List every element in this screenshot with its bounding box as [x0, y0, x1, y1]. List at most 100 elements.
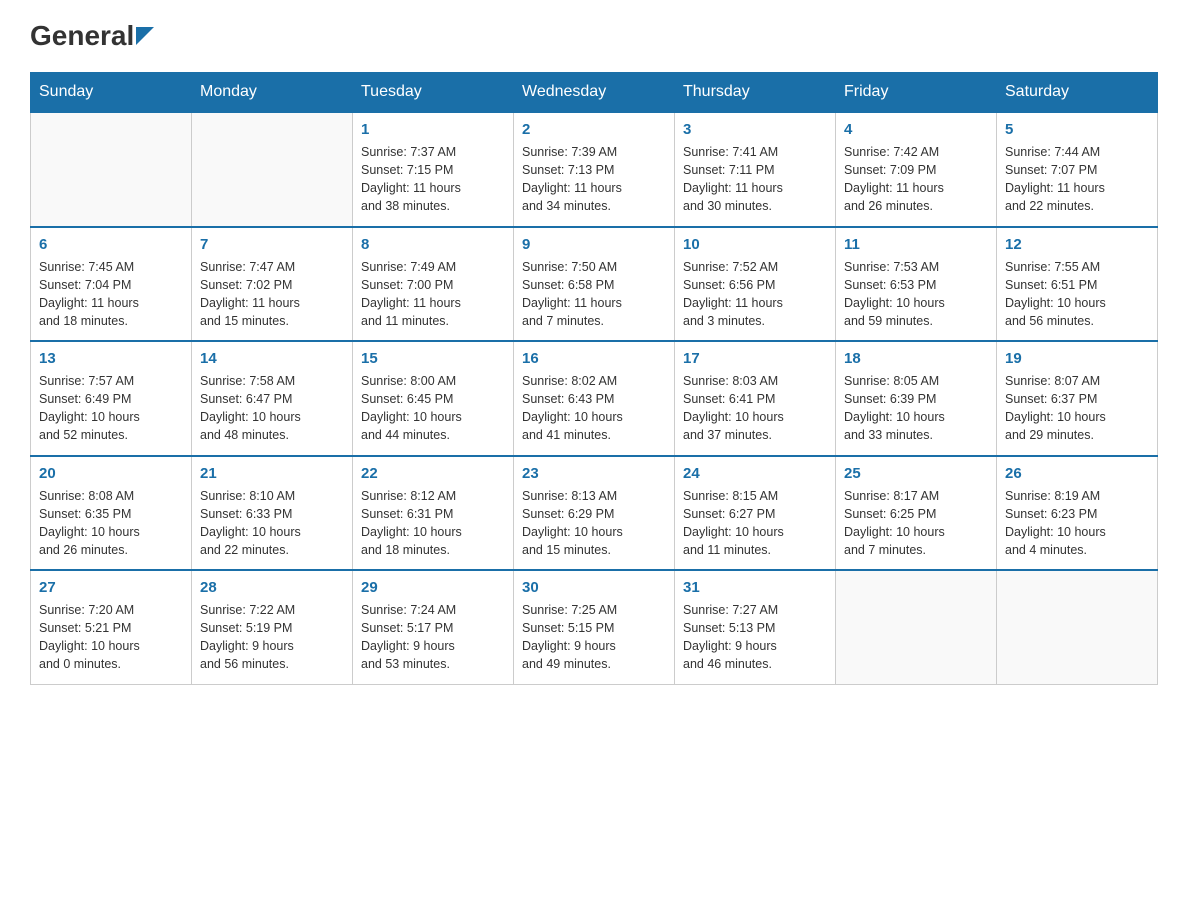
day-number: 25 — [844, 463, 988, 484]
day-number: 17 — [683, 348, 827, 369]
day-number: 3 — [683, 119, 827, 140]
calendar-cell: 11 Sunrise: 7:53 AMSunset: 6:53 PMDayligh… — [836, 227, 997, 342]
calendar-week-row: 1 Sunrise: 7:37 AMSunset: 7:15 PMDaylight… — [31, 112, 1158, 227]
calendar-cell: 9 Sunrise: 7:50 AMSunset: 6:58 PMDaylight… — [514, 227, 675, 342]
calendar-cell: 15 Sunrise: 8:00 AMSunset: 6:45 PMDayligh… — [353, 341, 514, 456]
day-number: 24 — [683, 463, 827, 484]
day-info: Sunrise: 7:44 AMSunset: 7:07 PMDaylight:… — [1005, 143, 1149, 216]
calendar-cell — [31, 112, 192, 227]
col-header-monday: Monday — [192, 73, 353, 113]
day-number: 1 — [361, 119, 505, 140]
calendar-cell: 18 Sunrise: 8:05 AMSunset: 6:39 PMDayligh… — [836, 341, 997, 456]
calendar-cell: 28 Sunrise: 7:22 AMSunset: 5:19 PMDayligh… — [192, 570, 353, 684]
day-number: 11 — [844, 234, 988, 255]
calendar-cell: 24 Sunrise: 8:15 AMSunset: 6:27 PMDayligh… — [675, 456, 836, 571]
col-header-friday: Friday — [836, 73, 997, 113]
day-number: 28 — [200, 577, 344, 598]
day-number: 6 — [39, 234, 183, 255]
day-number: 15 — [361, 348, 505, 369]
day-number: 20 — [39, 463, 183, 484]
calendar-cell: 5 Sunrise: 7:44 AMSunset: 7:07 PMDaylight… — [997, 112, 1158, 227]
col-header-wednesday: Wednesday — [514, 73, 675, 113]
day-info: Sunrise: 7:55 AMSunset: 6:51 PMDaylight:… — [1005, 258, 1149, 331]
calendar-week-row: 6Sunrise: 7:45 AMSunset: 7:04 PMDaylight… — [31, 227, 1158, 342]
calendar-cell: 27 Sunrise: 7:20 AMSunset: 5:21 PMDayligh… — [31, 570, 192, 684]
day-number: 12 — [1005, 234, 1149, 255]
day-number: 23 — [522, 463, 666, 484]
day-info: Sunrise: 7:50 AMSunset: 6:58 PMDaylight:… — [522, 258, 666, 331]
day-number: 16 — [522, 348, 666, 369]
calendar-cell: 12 Sunrise: 7:55 AMSunset: 6:51 PMDayligh… — [997, 227, 1158, 342]
calendar-cell: 4Sunrise: 7:42 AMSunset: 7:09 PMDaylight… — [836, 112, 997, 227]
day-info: Sunrise: 8:00 AMSunset: 6:45 PMDaylight:… — [361, 372, 505, 445]
day-number: 9 — [522, 234, 666, 255]
calendar-cell: 17 Sunrise: 8:03 AMSunset: 6:41 PMDayligh… — [675, 341, 836, 456]
day-number: 2 — [522, 119, 666, 140]
col-header-thursday: Thursday — [675, 73, 836, 113]
day-info: Sunrise: 7:41 AMSunset: 7:11 PMDaylight:… — [683, 143, 827, 216]
calendar-week-row: 20 Sunrise: 8:08 AMSunset: 6:35 PMDayligh… — [31, 456, 1158, 571]
day-info: Sunrise: 7:20 AMSunset: 5:21 PMDaylight:… — [39, 601, 183, 674]
day-info: Sunrise: 7:25 AMSunset: 5:15 PMDaylight:… — [522, 601, 666, 674]
day-info: Sunrise: 7:49 AMSunset: 7:00 PMDaylight:… — [361, 258, 505, 331]
calendar-cell: 29Sunrise: 7:24 AMSunset: 5:17 PMDayligh… — [353, 570, 514, 684]
calendar-cell: 6Sunrise: 7:45 AMSunset: 7:04 PMDaylight… — [31, 227, 192, 342]
calendar-cell: 8 Sunrise: 7:49 AMSunset: 7:00 PMDaylight… — [353, 227, 514, 342]
calendar-header-row: SundayMondayTuesdayWednesdayThursdayFrid… — [31, 73, 1158, 113]
day-number: 10 — [683, 234, 827, 255]
calendar-cell: 30 Sunrise: 7:25 AMSunset: 5:15 PMDayligh… — [514, 570, 675, 684]
calendar-cell: 14 Sunrise: 7:58 AMSunset: 6:47 PMDayligh… — [192, 341, 353, 456]
day-number: 4 — [844, 119, 988, 140]
day-number: 18 — [844, 348, 988, 369]
col-header-saturday: Saturday — [997, 73, 1158, 113]
calendar-cell: 25Sunrise: 8:17 AMSunset: 6:25 PMDayligh… — [836, 456, 997, 571]
day-info: Sunrise: 8:15 AMSunset: 6:27 PMDaylight:… — [683, 487, 827, 560]
day-number: 22 — [361, 463, 505, 484]
day-info: Sunrise: 7:39 AMSunset: 7:13 PMDaylight:… — [522, 143, 666, 216]
calendar-cell: 20 Sunrise: 8:08 AMSunset: 6:35 PMDayligh… — [31, 456, 192, 571]
day-info: Sunrise: 7:37 AMSunset: 7:15 PMDaylight:… — [361, 143, 505, 216]
calendar-cell: 7Sunrise: 7:47 AMSunset: 7:02 PMDaylight… — [192, 227, 353, 342]
calendar-week-row: 13 Sunrise: 7:57 AMSunset: 6:49 PMDayligh… — [31, 341, 1158, 456]
day-info: Sunrise: 7:52 AMSunset: 6:56 PMDaylight:… — [683, 258, 827, 331]
day-info: Sunrise: 7:27 AMSunset: 5:13 PMDaylight:… — [683, 601, 827, 674]
day-number: 31 — [683, 577, 827, 598]
day-number: 5 — [1005, 119, 1149, 140]
calendar-cell — [997, 570, 1158, 684]
day-info: Sunrise: 8:10 AMSunset: 6:33 PMDaylight:… — [200, 487, 344, 560]
day-number: 13 — [39, 348, 183, 369]
day-number: 27 — [39, 577, 183, 598]
calendar-cell: 13 Sunrise: 7:57 AMSunset: 6:49 PMDayligh… — [31, 341, 192, 456]
calendar-cell — [192, 112, 353, 227]
calendar-cell — [836, 570, 997, 684]
day-info: Sunrise: 7:58 AMSunset: 6:47 PMDaylight:… — [200, 372, 344, 445]
day-info: Sunrise: 7:24 AMSunset: 5:17 PMDaylight:… — [361, 601, 505, 674]
day-info: Sunrise: 7:57 AMSunset: 6:49 PMDaylight:… — [39, 372, 183, 445]
page-header: General — [30, 20, 1158, 52]
calendar-cell: 26Sunrise: 8:19 AMSunset: 6:23 PMDayligh… — [997, 456, 1158, 571]
calendar-week-row: 27 Sunrise: 7:20 AMSunset: 5:21 PMDayligh… — [31, 570, 1158, 684]
logo-arrow-icon — [136, 27, 154, 50]
calendar-cell: 3 Sunrise: 7:41 AMSunset: 7:11 PMDaylight… — [675, 112, 836, 227]
day-info: Sunrise: 8:08 AMSunset: 6:35 PMDaylight:… — [39, 487, 183, 560]
calendar-cell: 19Sunrise: 8:07 AMSunset: 6:37 PMDayligh… — [997, 341, 1158, 456]
day-info: Sunrise: 7:53 AMSunset: 6:53 PMDaylight:… — [844, 258, 988, 331]
day-number: 19 — [1005, 348, 1149, 369]
day-info: Sunrise: 8:02 AMSunset: 6:43 PMDaylight:… — [522, 372, 666, 445]
day-info: Sunrise: 8:12 AMSunset: 6:31 PMDaylight:… — [361, 487, 505, 560]
col-header-tuesday: Tuesday — [353, 73, 514, 113]
day-number: 30 — [522, 577, 666, 598]
calendar-cell: 31 Sunrise: 7:27 AMSunset: 5:13 PMDayligh… — [675, 570, 836, 684]
day-number: 14 — [200, 348, 344, 369]
col-header-sunday: Sunday — [31, 73, 192, 113]
day-info: Sunrise: 8:05 AMSunset: 6:39 PMDaylight:… — [844, 372, 988, 445]
day-info: Sunrise: 8:19 AMSunset: 6:23 PMDaylight:… — [1005, 487, 1149, 560]
calendar-cell: 1 Sunrise: 7:37 AMSunset: 7:15 PMDaylight… — [353, 112, 514, 227]
logo-general-text: General — [30, 20, 134, 52]
calendar-cell: 23Sunrise: 8:13 AMSunset: 6:29 PMDayligh… — [514, 456, 675, 571]
day-info: Sunrise: 7:47 AMSunset: 7:02 PMDaylight:… — [200, 258, 344, 331]
day-info: Sunrise: 7:22 AMSunset: 5:19 PMDaylight:… — [200, 601, 344, 674]
day-info: Sunrise: 8:03 AMSunset: 6:41 PMDaylight:… — [683, 372, 827, 445]
day-number: 8 — [361, 234, 505, 255]
calendar-cell: 2 Sunrise: 7:39 AMSunset: 7:13 PMDaylight… — [514, 112, 675, 227]
